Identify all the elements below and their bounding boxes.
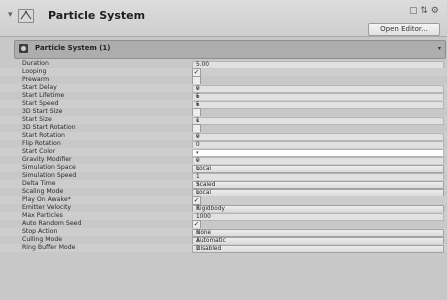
property-label: Simulation Space <box>22 164 76 171</box>
property-row: Prewarm <box>0 76 447 85</box>
property-row: Start Lifetime 5 ▾ <box>0 92 447 101</box>
property-label: Flip Rotation <box>22 140 61 147</box>
property-list: Duration 5.00 Looping ✓ Prewarm Start Delay 0 ▾… <box>0 60 447 253</box>
property-label: Auto Random Seed <box>22 220 82 227</box>
dropdown-arrow-icon[interactable]: ⇕ <box>196 246 441 252</box>
particle-system-icon <box>18 8 34 23</box>
property-label: Start Rotation <box>22 132 65 139</box>
property-label: Max Particles <box>22 212 63 219</box>
property-label: Gravity Modifier <box>22 156 72 163</box>
open-editor-button[interactable]: Open Editor... <box>368 23 440 36</box>
property-label: Stop Action <box>22 228 58 235</box>
property-label: Scaling Mode <box>22 188 64 195</box>
property-row: Ring Buffer Mode Disabled ⇕ <box>0 244 447 253</box>
property-label: Duration <box>22 60 49 67</box>
triangle-down-icon[interactable]: ▾ <box>8 10 13 20</box>
property-row: Delta Time Scaled ⇕ <box>0 180 447 189</box>
property-label: Delta Time <box>22 180 56 187</box>
property-label: Culling Mode <box>22 236 63 243</box>
property-row: Play On Awake* ✓ <box>0 196 447 205</box>
property-row: Start Color ▾ <box>0 148 447 157</box>
property-label: Play On Awake* <box>22 196 71 203</box>
property-row: Simulation Space Local ⇕ <box>0 164 447 173</box>
property-label: Start Lifetime <box>22 92 65 99</box>
property-row: Flip Rotation 0 <box>0 140 447 149</box>
component-header: ▾ Particle System ▢ ⇅ ⚙ Open Editor... <box>0 0 447 37</box>
property-row: Auto Random Seed ✓ <box>0 220 447 229</box>
property-label: Emitter Velocity <box>22 204 72 211</box>
property-label: Start Delay <box>22 84 57 91</box>
particle-system-icon <box>19 44 28 53</box>
property-row: Stop Action None ⇕ <box>0 228 447 237</box>
property-label: 3D Start Rotation <box>22 124 76 131</box>
property-row: Max Particles 1000 <box>0 212 447 221</box>
property-label: Simulation Speed <box>22 172 77 179</box>
property-row: Scaling Mode Local ⇕ <box>0 188 447 197</box>
property-row: Start Rotation 0 ▾ <box>0 132 447 141</box>
property-row: Looping ✓ <box>0 68 447 77</box>
property-label: Start Size <box>22 116 52 123</box>
property-label: 3D Start Size <box>22 108 63 115</box>
property-label: Prewarm <box>22 76 50 83</box>
property-row: Start Size 1 ▾ <box>0 116 447 125</box>
property-row: Gravity Modifier 0 ▾ <box>0 156 447 165</box>
inspector-panel: ▾ Particle System ▢ ⇅ ⚙ Open Editor... P… <box>0 0 447 300</box>
property-row: 3D Start Size <box>0 108 447 117</box>
module-title: Particle System (1) <box>35 44 111 52</box>
property-row: Simulation Speed 1 <box>0 172 447 181</box>
property-row: Culling Mode Automatic ⇕ <box>0 236 447 245</box>
property-row: Start Speed 5 ▾ <box>0 100 447 109</box>
property-label: Ring Buffer Mode <box>22 244 76 251</box>
property-label: Start Speed <box>22 100 59 107</box>
component-title: Particle System <box>48 9 146 22</box>
module-header[interactable]: Particle System (1) ▾ <box>14 40 446 59</box>
property-row: Start Delay 0 ▾ <box>0 84 447 93</box>
property-row: 3D Start Rotation <box>0 124 447 133</box>
property-row: Duration 5.00 <box>0 60 447 69</box>
property-row: Emitter Velocity Rigidbody ⇕ <box>0 204 447 213</box>
property-label: Start Color <box>22 148 56 155</box>
chevron-down-icon[interactable]: ▾ <box>438 45 441 52</box>
header-icons[interactable]: ▢ ⇅ ⚙ <box>409 6 439 16</box>
property-label: Looping <box>22 68 47 75</box>
property-dropdown[interactable]: Disabled ⇕ <box>192 245 444 253</box>
